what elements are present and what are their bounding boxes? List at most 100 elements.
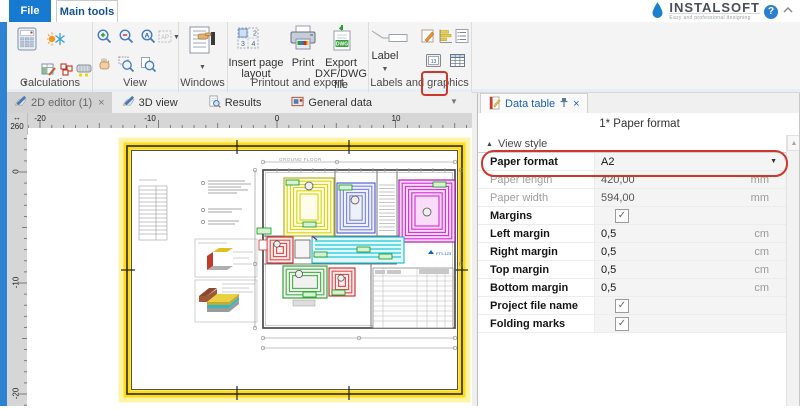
group-label-view: View [92,77,178,89]
data-table-panel: Data table × 1* Paper format ▲ View styl… [477,93,800,406]
property-value[interactable]: 0,5 [594,243,742,260]
tab-main-tools[interactable]: Main tools [56,0,118,23]
tab-2d-editor[interactable]: 2D editor (1) × [7,92,112,113]
pin-icon[interactable] [559,97,569,111]
unit-label: cm [742,261,787,278]
group-labels-graphics: Label ▼ 13 Labels and graphics [368,22,472,92]
close-tab-icon[interactable]: × [98,97,104,109]
tab-3d-view[interactable]: 3D view [115,92,185,113]
group-label-labels-graphics: Labels and graphics [368,77,471,89]
property-value[interactable]: 0,5 [594,279,742,296]
label-dropdown-icon[interactable]: ▼ [382,66,389,73]
svg-text:2: 2 [253,31,257,38]
tab-data-table[interactable]: Data table × [480,93,588,114]
ruler-label-v: -10 [12,273,21,293]
property-value[interactable]: 0,5 [594,261,742,278]
panel-header: 1* Paper format [478,113,800,136]
legend-table [139,180,167,240]
checkbox-margins[interactable]: ✓ [615,209,629,223]
pan-hand-icon[interactable] [96,56,113,76]
windows-dropdown-icon[interactable]: ▼ [199,64,206,71]
ruler-origin-box: ↔ 260 [7,113,28,135]
calculator-icon[interactable] [14,26,40,55]
property-row-paper-width: Paper width594,00mm [478,189,787,207]
property-row-folding-marks[interactable]: Folding marks ✓ [478,315,787,333]
property-value[interactable]: ✓ [594,297,742,314]
value-text: 0,5 [601,264,616,276]
ruler-label-v: 0 [12,162,21,182]
svg-text:DWG: DWG [336,41,348,47]
windows-icon[interactable] [186,25,218,60]
property-label: Bottom margin [478,279,594,296]
ruler-label-h: -10 [144,114,156,123]
detail-box-1 [195,239,257,277]
property-value[interactable]: ✓ [594,207,742,224]
stamp-text: FT1-123 [436,251,452,256]
collapse-ribbon-icon[interactable] [782,5,794,18]
unit-label: cm [742,243,787,260]
property-row-bottom-margin[interactable]: Bottom margin0,5cm [478,279,787,297]
ruler-arrow-icon: ↔ [7,113,27,122]
label-button[interactable]: Label ▼ [370,50,400,74]
ruler-label-v: -20 [12,384,21,404]
ribbon: ▼ Calculations A AP [0,22,800,93]
annotation-blocks [201,181,251,224]
property-row-margins[interactable]: Margins ✓ [478,207,787,225]
zoom-in-icon[interactable] [96,28,113,48]
label-leader-icon[interactable] [371,29,413,46]
property-value[interactable]: 0,5 [594,225,742,242]
property-value[interactable]: ✓ [594,315,742,332]
property-label: Folding marks [478,315,594,332]
property-label: Margins [478,207,594,224]
general-data-icon [291,95,304,111]
group-label-windows: Windows [178,77,227,89]
close-panel-icon[interactable]: × [573,98,579,110]
red-highlight-ribbon [421,71,448,96]
tab-results[interactable]: Results [201,92,269,113]
svg-text:4: 4 [252,41,256,48]
value-text: 0,5 [601,282,616,294]
table-grid-icon[interactable] [449,52,466,72]
brand-text: INSTALSOFT [669,2,760,13]
ribbon-tab-strip: File Main tools INSTALSOFT Easy and prof… [0,0,800,22]
floor-plan-drawing[interactable]: GROUND FLOOR [27,128,472,406]
svg-text:13: 13 [431,59,437,65]
ruler-label-h: -20 [34,114,46,123]
tab-overflow-icon[interactable]: ▼ [450,97,458,106]
property-row-left-margin[interactable]: Left margin0,5cm [478,225,787,243]
help-button[interactable]: ? [764,5,778,19]
list-icon[interactable] [454,28,470,47]
property-row-right-margin[interactable]: Right margin0,5cm [478,243,787,261]
window-left-edge [0,22,7,406]
zoom-out-icon[interactable] [118,28,135,48]
drawing-canvas[interactable]: GROUND FLOOR [27,128,472,406]
brand-tagline: Easy and professional designing [669,13,760,21]
bar-legend-icon[interactable] [437,28,453,47]
zoom-all-icon[interactable]: A [140,28,157,48]
panel-tab-strip: Data table × [478,93,800,114]
checkbox-folding-marks[interactable]: ✓ [615,317,629,331]
property-row-top-margin[interactable]: Top margin 0,5 cm [478,261,787,279]
tab-general-data[interactable]: General data [284,92,379,113]
zoom-sheet-icon[interactable] [140,56,157,76]
insert-page-layout-icon[interactable]: 234 [236,26,260,53]
zoom-window-icon[interactable] [118,56,135,76]
data-table-button-icon[interactable]: 13 [425,52,442,72]
group-windows: ▼ Windows [178,22,228,92]
print-icon[interactable] [288,25,318,56]
ruler-label-h: 10 [392,114,401,123]
property-label: Top margin [478,261,594,278]
red-highlight-paper-format [481,150,788,177]
edit-note-icon[interactable] [420,28,436,47]
heating-cooling-icon[interactable] [46,30,66,51]
svg-text:A: A [145,33,150,40]
unit-label [742,207,787,224]
unit-label [742,297,787,314]
results-magnifier-icon [208,95,221,111]
checkbox-project-file-name[interactable]: ✓ [615,299,629,313]
panel-scrollbar[interactable]: ▲ [786,135,800,406]
tab-file[interactable]: File [9,0,51,22]
property-row-project-file-name[interactable]: Project file name✓ [478,297,787,315]
export-dxf-dwg-icon[interactable]: DWG [329,24,355,55]
unit-label: cm [742,225,787,242]
